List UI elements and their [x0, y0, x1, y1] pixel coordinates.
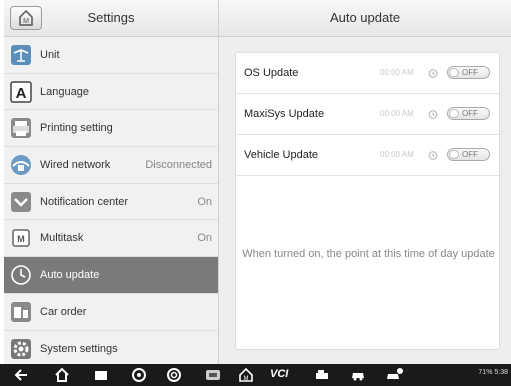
sidebar-item-auto-update[interactable]: Auto update: [4, 257, 218, 294]
update-label: MaxiSys Update: [244, 108, 325, 120]
sidebar-item-label: Unit: [40, 49, 60, 61]
alarm-clock-icon[interactable]: [428, 68, 438, 78]
back-arrow-icon[interactable]: [14, 367, 30, 383]
sidebar-item-system-settings[interactable]: System settings: [4, 330, 218, 368]
vci-icon[interactable]: VCI: [270, 368, 288, 380]
toggle-state: OFF: [462, 150, 478, 159]
sidebar-item-printing-setting[interactable]: Printing setting: [4, 110, 218, 148]
home-icon[interactable]: [54, 367, 70, 383]
sidebar-item-label: Notification center: [40, 195, 129, 208]
sidebar-item-label: Auto update: [40, 269, 100, 282]
svg-text:M: M: [244, 376, 249, 382]
car-order-icon: [11, 301, 31, 322]
recent-apps-icon[interactable]: [93, 367, 109, 383]
notification-icon: [11, 191, 31, 212]
camera-icon[interactable]: [166, 367, 182, 383]
update-settings-card: OS Update 00:00 AM OFF MaxiSys Update 00…: [235, 52, 500, 350]
remote-support-icon[interactable]: [386, 367, 404, 383]
update-row-os: OS Update 00:00 AM OFF: [236, 53, 499, 94]
sidebar-item-label: Wired network: [40, 159, 111, 172]
sidebar-item-car-order[interactable]: Car order: [4, 293, 218, 331]
sidebar-item-value: On: [197, 232, 212, 245]
status-indicators: 71% 5:38: [478, 369, 508, 376]
sidebar-item-label: Car order: [40, 305, 87, 318]
bottom-navigation-bar: M VCI 71% 5:38: [0, 364, 511, 386]
sidebar-item-label: Printing setting: [40, 122, 113, 135]
svg-text:M: M: [23, 18, 29, 25]
settings-menu: Unit A Language Printing setting Wired n…: [4, 37, 218, 368]
update-time[interactable]: 00:00 AM: [380, 94, 414, 134]
toggle-knob: [449, 150, 459, 159]
update-time[interactable]: 00:00 AM: [380, 53, 414, 93]
sidebar-item-unit[interactable]: Unit: [4, 37, 218, 74]
home-icon: M: [19, 10, 33, 26]
update-time[interactable]: 00:00 AM: [380, 135, 414, 175]
sidebar-item-value: On: [197, 195, 212, 208]
browser-icon[interactable]: [131, 367, 147, 383]
toggle-knob: [449, 109, 459, 118]
sidebar-item-label: System settings: [40, 342, 118, 355]
sidebar-header: Settings M: [4, 0, 218, 37]
svg-text:A: A: [16, 85, 27, 102]
maxisys-update-toggle[interactable]: OFF: [447, 107, 490, 120]
sidebar-item-label: Multitask: [40, 232, 84, 245]
alarm-clock-icon[interactable]: [428, 150, 438, 160]
clock-icon: [11, 265, 31, 285]
language-icon: A: [10, 80, 32, 103]
car-service-icon[interactable]: [314, 367, 330, 383]
network-icon: [11, 155, 31, 176]
toggle-knob: [449, 68, 459, 77]
update-row-vehicle: Vehicle Update 00:00 AM OFF: [236, 135, 499, 176]
sidebar-item-value: Disconnected: [145, 159, 212, 172]
scale-icon: [11, 45, 31, 65]
settings-sidebar: Settings M Unit A Language Printing sett…: [4, 0, 219, 368]
maxisys-home-icon[interactable]: M: [238, 367, 254, 383]
printer-icon: [11, 118, 31, 139]
car-icon[interactable]: [350, 367, 366, 383]
sidebar-item-label: Language: [40, 85, 89, 98]
vehicle-update-toggle[interactable]: OFF: [447, 148, 490, 161]
update-label: Vehicle Update: [244, 149, 318, 161]
toggle-state: OFF: [462, 68, 478, 77]
svg-text:M: M: [17, 234, 25, 244]
sidebar-item-wired-network[interactable]: Wired network Disconnected: [4, 147, 218, 184]
app-window: Settings M Unit A Language Printing sett…: [0, 0, 511, 386]
update-label: OS Update: [244, 67, 299, 79]
gear-icon: [11, 338, 31, 359]
alarm-clock-icon[interactable]: [428, 109, 438, 119]
multitask-icon: M: [12, 229, 30, 248]
home-button[interactable]: M: [10, 6, 42, 30]
display-icon[interactable]: [205, 367, 221, 383]
toggle-state: OFF: [462, 109, 478, 118]
auto-update-hint: When turned on, the point at this time o…: [242, 248, 495, 260]
auto-update-panel: Auto update OS Update 00:00 AM OFF MaxiS…: [219, 0, 511, 364]
sidebar-item-language[interactable]: A Language: [4, 73, 218, 111]
sidebar-item-notification-center[interactable]: Notification center On: [4, 183, 218, 221]
os-update-toggle[interactable]: OFF: [447, 66, 490, 79]
panel-title: Auto update: [219, 0, 511, 37]
update-row-maxisys: MaxiSys Update 00:00 AM OFF: [236, 94, 499, 135]
sidebar-item-multitask[interactable]: M Multitask On: [4, 220, 218, 258]
